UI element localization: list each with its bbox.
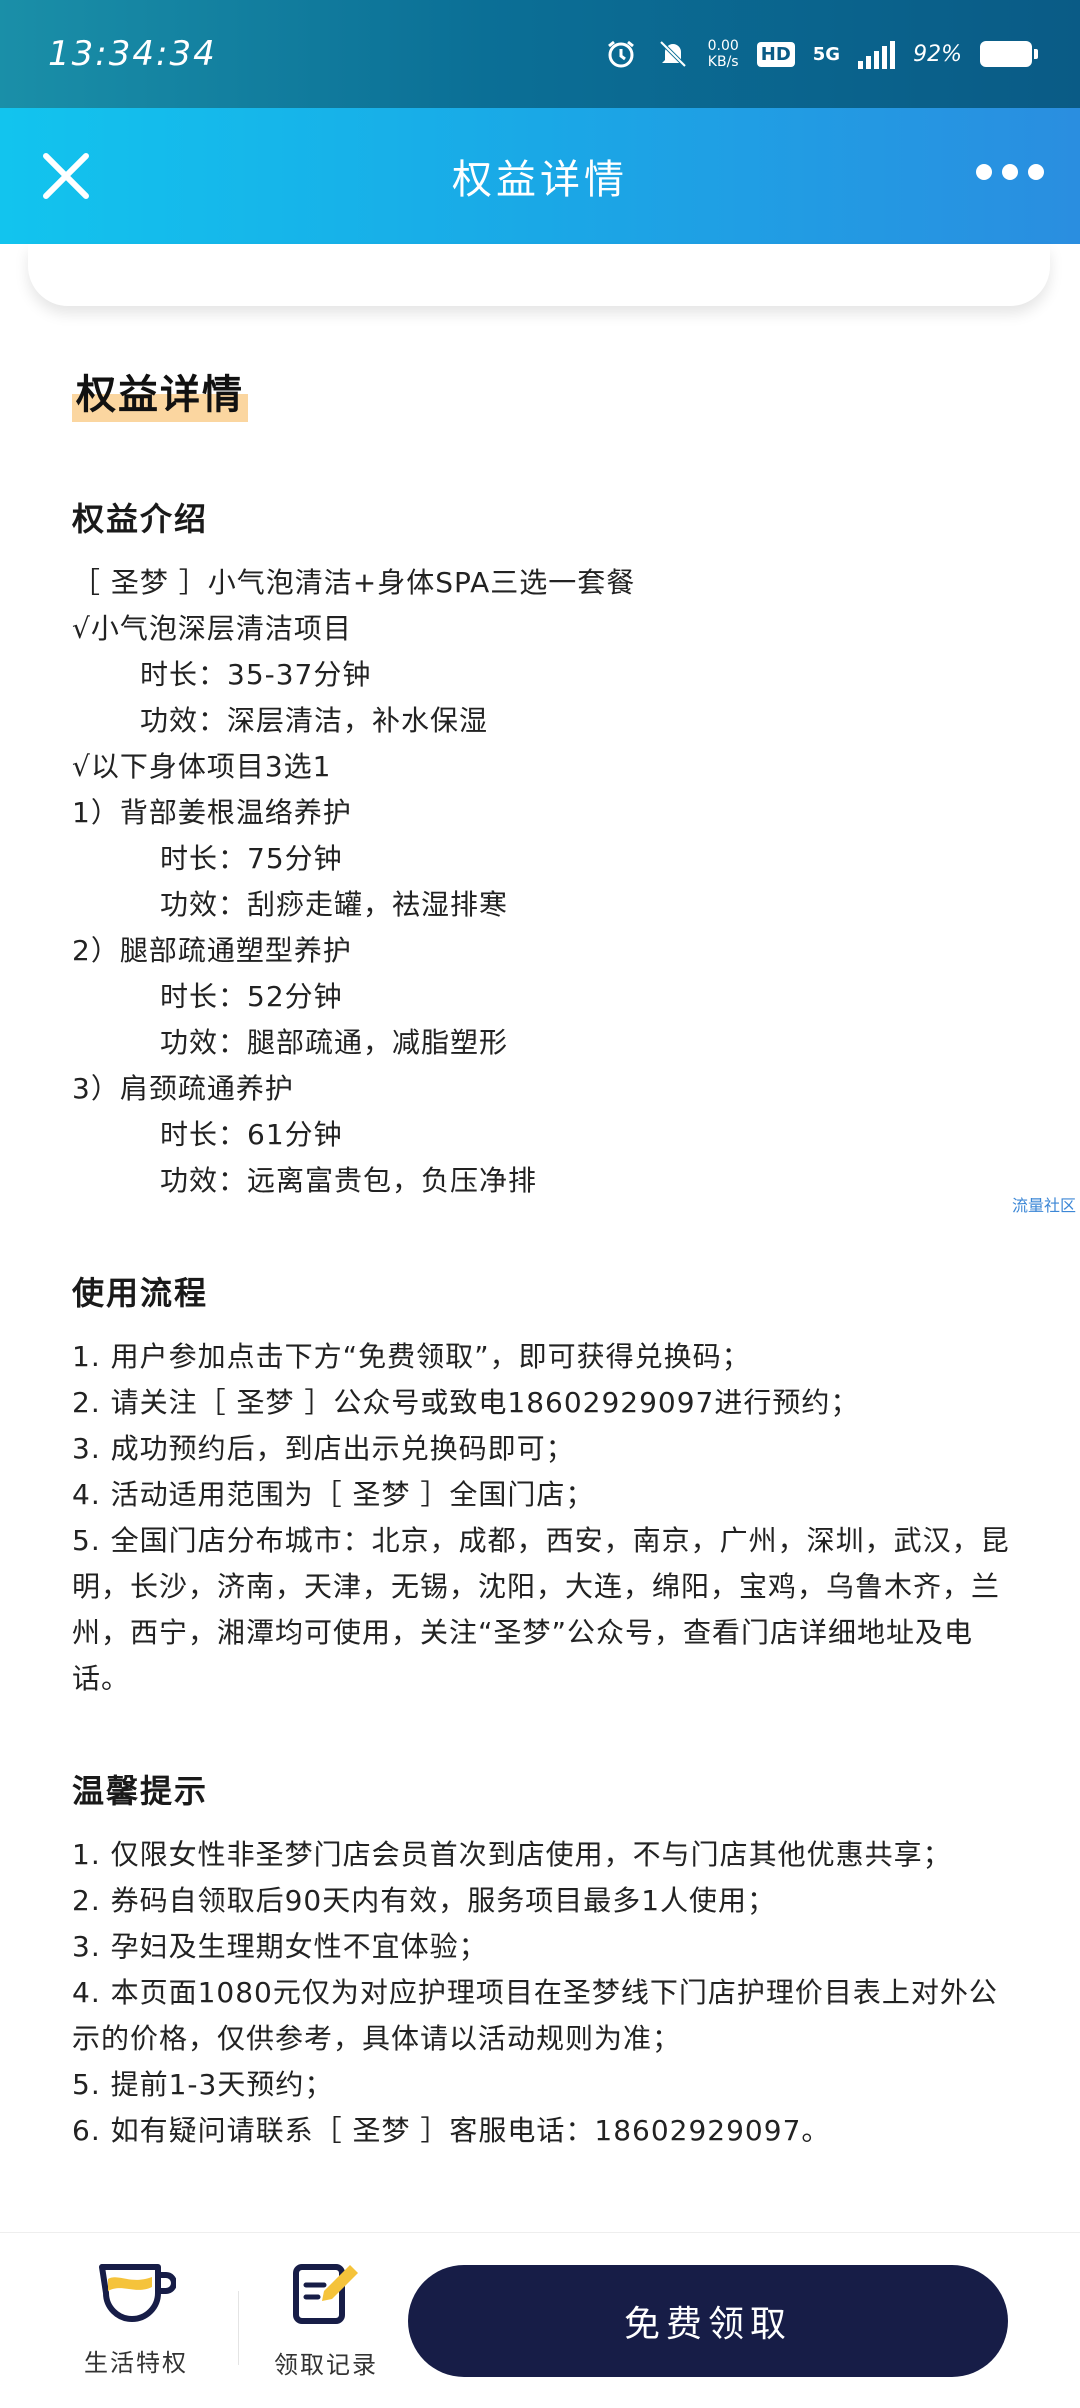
- tips-item: 1. 仅限女性非圣梦门店会员首次到店使用，不与门店其他优惠共享；: [72, 1838, 952, 1871]
- intro-line: 时长：52分钟: [160, 980, 343, 1013]
- intro-line: 2）腿部疏通塑型养护: [72, 934, 352, 967]
- alarm-icon: [604, 37, 638, 71]
- intro-line: √小气泡深层清洁项目: [72, 612, 352, 645]
- nav-bar: 权益详情: [0, 108, 1080, 244]
- record-edit-icon: [290, 2261, 362, 2331]
- tab-claim-records[interactable]: 领取记录: [256, 2261, 396, 2380]
- intro-line: ［ 圣梦 ］小气泡清洁+身体SPA三选一套餐: [72, 566, 636, 599]
- mute-bell-icon: [656, 37, 690, 71]
- watermark-text: 流量社区: [1011, 1196, 1076, 1215]
- status-time: 13:34:34: [48, 34, 217, 74]
- intro-line: 功效：深层清洁，补水保湿: [140, 704, 489, 737]
- header-card-bottom: [28, 244, 1050, 306]
- intro-heading: 权益介绍: [72, 500, 209, 538]
- battery-percent: 92%: [913, 41, 962, 67]
- tips-heading: 温馨提示: [72, 1772, 209, 1810]
- process-item: 3. 成功预约后，到店出示兑换码即可；: [72, 1432, 575, 1465]
- signal-icon: [858, 39, 896, 69]
- process-item: 1. 用户参加点击下方“免费领取”，即可获得兑换码；: [72, 1340, 751, 1373]
- intro-line: √以下身体项目3选1: [72, 750, 332, 783]
- intro-line: 功效：刮痧走罐，祛湿排寒: [160, 888, 509, 921]
- intro-line: 功效：腿部疏通，减脂塑形: [160, 1026, 509, 1059]
- intro-line: 时长：35-37分钟: [140, 658, 372, 691]
- tips-list: 1. 仅限女性非圣梦门店会员首次到店使用，不与门店其他优惠共享； 2. 券码自领…: [72, 1832, 1012, 2154]
- intro-line: 时长：75分钟: [160, 842, 343, 875]
- intro-line: 1）背部姜根温络养护: [72, 796, 352, 829]
- tips-item: 2. 券码自领取后90天内有效，服务项目最多1人使用；: [72, 1884, 777, 1917]
- bottom-bar: 生活特权 领取记录 免费领取: [0, 2232, 1080, 2408]
- benefit-details: 权益详情 权益介绍 ［ 圣梦 ］小气泡清洁+身体SPA三选一套餐 √小气泡深层清…: [72, 360, 1012, 2154]
- tab-divider: [238, 2291, 239, 2365]
- tips-item: 4. 本页面1080元仅为对应护理项目在圣梦线下门店护理价目表上对外公示的价格，…: [72, 1976, 998, 2055]
- more-options-icon[interactable]: [976, 164, 1044, 180]
- process-heading: 使用流程: [72, 1274, 209, 1312]
- process-list: 1. 用户参加点击下方“免费领取”，即可获得兑换码； 2. 请关注［ 圣梦 ］公…: [72, 1334, 1012, 1702]
- claim-free-button[interactable]: 免费领取: [408, 2265, 1008, 2377]
- cup-icon: [96, 2261, 177, 2329]
- close-icon[interactable]: [36, 146, 96, 206]
- intro-line: 功效：远离富贵包，负压净排: [160, 1164, 538, 1197]
- intro-line: 时长：61分钟: [160, 1118, 343, 1151]
- tips-item: 6. 如有疑问请联系［ 圣梦 ］客服电话：18602929097。: [72, 2114, 831, 2147]
- tips-item: 5. 提前1-3天预约；: [72, 2068, 334, 2101]
- process-item: 5. 全国门店分布城市：北京，成都，西安，南京，广州，深圳，武汉，昆明，长沙，济…: [72, 1524, 1010, 1695]
- process-item: 4. 活动适用范围为［ 圣梦 ］全国门店；: [72, 1478, 595, 1511]
- hd-badge: HD: [756, 41, 795, 67]
- tips-item: 3. 孕妇及生理期女性不宜体验；: [72, 1930, 488, 1963]
- net-speed: 0.00 KB/s: [707, 38, 739, 70]
- section-title: 权益详情: [72, 360, 248, 422]
- tab-record-label: 领取记录: [274, 2351, 378, 2379]
- tab-life-privileges[interactable]: 生活特权: [66, 2261, 206, 2378]
- intro-list: ［ 圣梦 ］小气泡清洁+身体SPA三选一套餐 √小气泡深层清洁项目 时长：35-…: [72, 560, 1012, 1204]
- process-item: 2. 请关注［ 圣梦 ］公众号或致电18602929097进行预约；: [72, 1386, 860, 1419]
- battery-icon: [980, 41, 1038, 67]
- page-title: 权益详情: [452, 157, 628, 203]
- tab-life-label: 生活特权: [84, 2349, 188, 2377]
- network-type: 5G: [812, 43, 841, 65]
- intro-line: 3）肩颈疏通养护: [72, 1072, 294, 1105]
- status-bar: 13:34:34 0.00 KB/s HD 5G 92%: [0, 0, 1080, 108]
